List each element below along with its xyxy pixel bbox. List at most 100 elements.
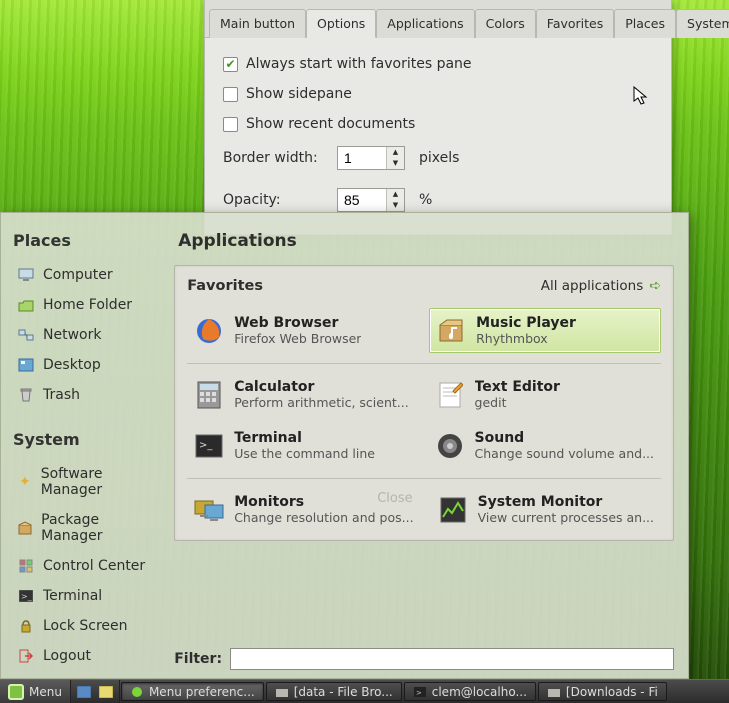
fav-system-monitor[interactable]: System MonitorView current processes an.… <box>431 487 661 532</box>
system-item-label: Lock Screen <box>43 618 128 634</box>
text-editor-icon <box>435 380 465 410</box>
fav-terminal[interactable]: >_ TerminalUse the command line <box>187 423 417 468</box>
mint-menu: Places Computer Home Folder Network Desk… <box>0 212 689 679</box>
border-width-input[interactable] <box>338 147 386 169</box>
tab-colors[interactable]: Colors <box>475 9 536 38</box>
logout-icon <box>17 649 35 663</box>
quicklaunch-show-desktop-icon[interactable] <box>75 684 93 700</box>
taskbar-task-terminal[interactable]: > clem@localho... <box>404 682 536 701</box>
fav-sound[interactable]: SoundChange sound volume and... <box>428 423 661 468</box>
menu-preferences-dialog: Main button Options Applications Colors … <box>204 0 672 235</box>
computer-icon <box>17 268 35 282</box>
system-heading: System <box>13 430 158 449</box>
opacity-label: Opacity: <box>223 192 323 208</box>
quicklaunch-note-icon[interactable] <box>97 684 115 700</box>
lock-icon <box>17 619 35 633</box>
places-item-label: Desktop <box>43 357 101 373</box>
checkbox-favorites-label: Always start with favorites pane <box>246 56 472 72</box>
filter-input[interactable] <box>230 648 674 670</box>
opacity-spinner[interactable]: ▲▼ <box>337 188 405 212</box>
calculator-icon <box>194 380 224 410</box>
system-control-center[interactable]: Control Center <box>11 553 158 579</box>
system-software-manager[interactable]: ✦ Software Manager <box>11 461 158 503</box>
fav-desc: Rhythmbox <box>476 331 576 346</box>
system-lock-screen[interactable]: Lock Screen <box>11 613 158 639</box>
taskbar-menu-label: Menu <box>29 685 62 699</box>
checkbox-favorites-pane[interactable] <box>223 57 238 72</box>
system-item-label: Control Center <box>43 558 145 574</box>
tab-favorites[interactable]: Favorites <box>536 9 614 38</box>
svg-text:>: > <box>416 689 422 697</box>
tab-applications[interactable]: Applications <box>376 9 474 38</box>
monitors-icon <box>194 495 224 525</box>
tab-options[interactable]: Options <box>306 9 376 38</box>
terminal-icon: >_ <box>17 589 35 603</box>
tab-main-button[interactable]: Main button <box>209 9 306 38</box>
trash-icon <box>17 388 35 402</box>
taskbar-quicklaunch <box>71 680 120 703</box>
fav-text-editor[interactable]: Text Editorgedit <box>428 372 661 417</box>
prefs-tabs: Main button Options Applications Colors … <box>205 0 671 38</box>
tab-places[interactable]: Places <box>614 9 676 38</box>
favorites-heading: Favorites <box>187 278 263 294</box>
places-desktop[interactable]: Desktop <box>11 352 158 378</box>
system-item-label: Logout <box>43 648 91 664</box>
checkbox-recent-label: Show recent documents <box>246 116 415 132</box>
spinner-down-icon[interactable]: ▼ <box>387 200 404 211</box>
fav-title: Music Player <box>476 315 576 331</box>
fav-desc: Perform arithmetic, scient... <box>234 395 409 410</box>
package-manager-icon <box>17 521 33 535</box>
places-network[interactable]: Network <box>11 322 158 348</box>
network-icon <box>17 328 35 342</box>
svg-text:>_: >_ <box>199 440 213 451</box>
software-manager-icon: ✦ <box>17 475 33 489</box>
mint-logo-icon <box>8 684 24 700</box>
fav-desc: Use the command line <box>234 446 375 461</box>
mouse-cursor-icon <box>633 86 649 106</box>
firefox-icon <box>194 316 224 346</box>
fav-title: System Monitor <box>478 494 654 510</box>
system-terminal[interactable]: >_ Terminal <box>11 583 158 609</box>
taskbar-task-label: [Downloads - Fi <box>566 685 658 699</box>
taskbar-task-downloads[interactable]: [Downloads - Fi <box>538 682 667 701</box>
fav-web-browser[interactable]: Web BrowserFirefox Web Browser <box>187 308 419 353</box>
places-heading: Places <box>13 231 158 250</box>
fav-title: Web Browser <box>234 315 361 331</box>
spinner-down-icon[interactable]: ▼ <box>387 158 404 169</box>
system-logout[interactable]: Logout <box>11 643 158 669</box>
taskbar-task-filebrowser[interactable]: [data - File Bro... <box>266 682 402 701</box>
system-item-label: Package Manager <box>41 512 152 544</box>
taskbar-task-label: [data - File Bro... <box>294 685 393 699</box>
opacity-input[interactable] <box>338 189 386 211</box>
places-item-label: Network <box>43 327 101 343</box>
fav-music-player[interactable]: Music PlayerRhythmbox <box>429 308 661 353</box>
border-width-label: Border width: <box>223 150 323 166</box>
all-applications-link[interactable]: All applications ➪ <box>541 278 661 294</box>
places-home[interactable]: Home Folder <box>11 292 158 318</box>
system-package-manager[interactable]: Package Manager <box>11 507 158 549</box>
applications-heading: Applications <box>178 231 674 251</box>
arrow-right-icon: ➪ <box>649 278 661 294</box>
fav-desc: gedit <box>475 395 560 410</box>
taskbar-task-prefs[interactable]: Menu preferenc... <box>121 682 264 701</box>
fav-title: Sound <box>475 430 654 446</box>
taskbar-menu-button[interactable]: Menu <box>0 680 71 703</box>
places-trash[interactable]: Trash <box>11 382 158 408</box>
fav-calculator[interactable]: CalculatorPerform arithmetic, scient... <box>187 372 417 417</box>
system-item-label: Terminal <box>43 588 102 604</box>
close-button-faded: Close <box>377 491 412 506</box>
checkbox-recent-docs[interactable] <box>223 117 238 132</box>
checkbox-sidepane[interactable] <box>223 87 238 102</box>
all-applications-label: All applications <box>541 278 644 294</box>
taskbar-task-label: clem@localho... <box>432 685 527 699</box>
places-computer[interactable]: Computer <box>11 262 158 288</box>
border-width-spinner[interactable]: ▲▼ <box>337 146 405 170</box>
fav-desc: Change resolution and pos... <box>234 510 413 525</box>
spinner-up-icon[interactable]: ▲ <box>387 189 404 200</box>
music-player-icon <box>436 316 466 346</box>
places-item-label: Home Folder <box>43 297 132 313</box>
tab-system[interactable]: System <box>676 9 729 38</box>
spinner-up-icon[interactable]: ▲ <box>387 147 404 158</box>
fav-desc: View current processes an... <box>478 510 654 525</box>
places-item-label: Computer <box>43 267 113 283</box>
